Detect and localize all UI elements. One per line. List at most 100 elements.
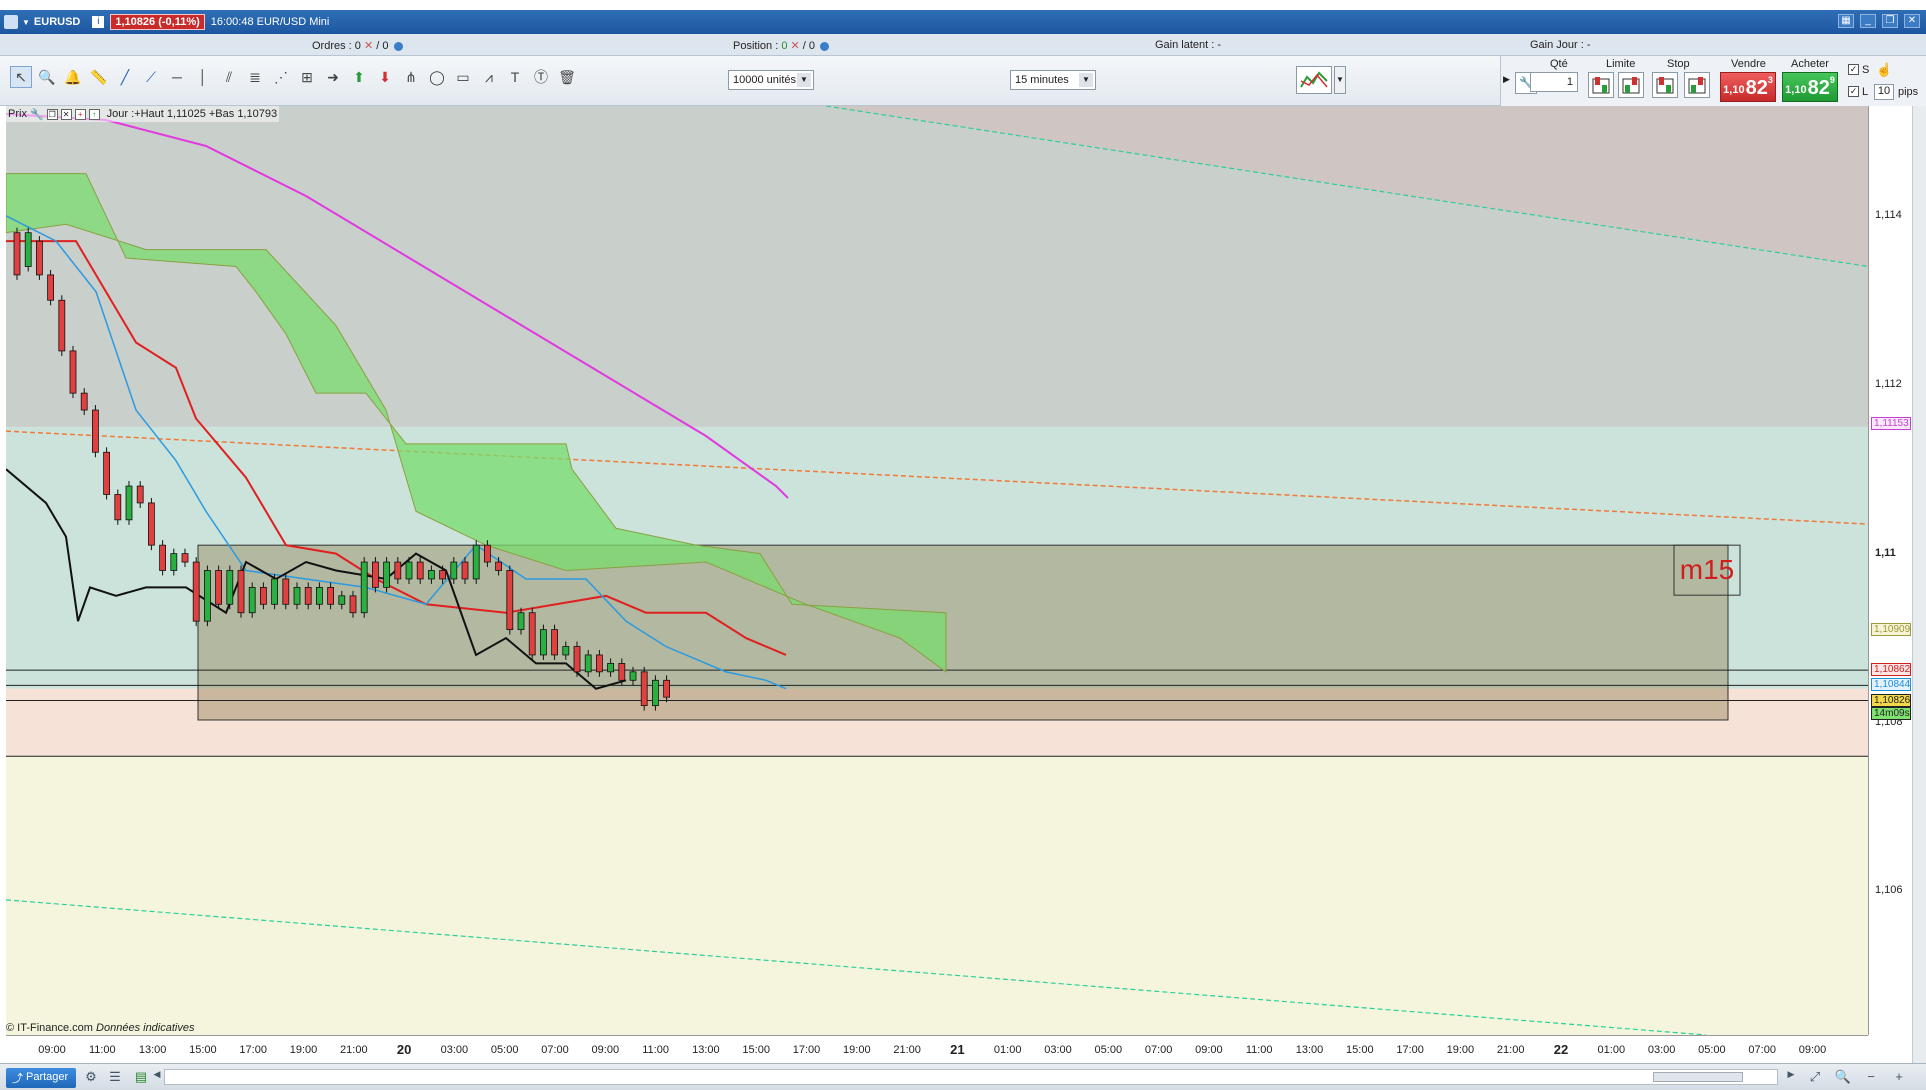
layout-icon[interactable]: ▦ (1838, 14, 1854, 28)
ellipse-icon[interactable]: ◯ (426, 66, 448, 88)
candle-body (663, 679, 670, 698)
arrow-down-icon[interactable]: ⬇ (374, 66, 396, 88)
position-link-icon[interactable] (820, 41, 830, 51)
candle-body (136, 485, 144, 504)
arrow-up-icon[interactable]: ⬆ (348, 66, 370, 88)
orders-clear-icon[interactable]: ✕ (364, 40, 373, 52)
list-icon[interactable]: ☰ (106, 1069, 124, 1087)
vertical-scrollbar[interactable] (1912, 106, 1926, 1063)
label-icon[interactable]: Ⓣ (530, 66, 552, 88)
text-icon[interactable]: T (504, 66, 526, 88)
chart-canvas[interactable]: m15 (6, 106, 1868, 1035)
price-chart[interactable]: m15 (6, 106, 1868, 1035)
candle-body (203, 570, 211, 622)
arrow-right-icon[interactable]: ➜ (322, 66, 344, 88)
candle-body (58, 299, 66, 352)
units-select[interactable]: 10000 unités ▼ (728, 70, 814, 90)
s-checkbox[interactable]: ✓ (1848, 64, 1859, 75)
x-tick-label: 11:00 (1245, 1044, 1273, 1056)
rectangle-icon[interactable]: ▭ (452, 66, 474, 88)
x-tick-label: 21:00 (893, 1044, 921, 1056)
pips-input[interactable]: 10 (1874, 84, 1894, 100)
panel-up-icon[interactable]: ↑ (88, 108, 100, 120)
fit-chart-icon[interactable]: ⤢ (1806, 1069, 1824, 1087)
candle-body (304, 586, 312, 605)
orders-link-icon[interactable] (393, 41, 403, 51)
time-axis[interactable]: 09:00 11:00 13:00 15:00 17:00 19:00 21:00 20 03:… (6, 1035, 1868, 1063)
pitchfork-icon[interactable]: ⋔ (400, 66, 422, 88)
trash-icon[interactable]: 🗑 (556, 66, 578, 88)
candle-body (24, 232, 32, 267)
chevron-down-icon: ▼ (797, 73, 811, 87)
candle-body (192, 561, 200, 622)
symbol-label[interactable]: EURUSD (34, 16, 80, 28)
restore-icon[interactable]: ❐ (1882, 14, 1898, 28)
minimize-icon[interactable]: _ (1860, 14, 1876, 28)
buy-button[interactable]: 1,10 82 9 (1782, 72, 1838, 102)
channel-icon[interactable]: ⫽ (218, 66, 240, 88)
candle-body (618, 663, 626, 681)
price-tag: 1,10862 (1871, 663, 1911, 677)
position-clear-icon[interactable]: ✕ (791, 40, 800, 52)
position-label: Position : 0 ✕ / 0 (733, 39, 830, 52)
limit-sell-button[interactable] (1618, 72, 1644, 98)
fibonacci-icon[interactable]: ≣ (244, 66, 266, 88)
vertical-line-icon[interactable]: │ (192, 66, 214, 88)
panel-copy-icon[interactable]: ❐ (46, 108, 58, 120)
candle-body (495, 561, 503, 571)
cursor-hand-icon[interactable]: ☝ (1876, 62, 1892, 78)
close-icon[interactable]: ✕ (1904, 14, 1920, 28)
account-infobar: Ordres : 0 ✕ / 0 Position : 0 ✕ / 0 Gain… (0, 34, 1926, 56)
share-button[interactable]: Partager (6, 1068, 77, 1088)
panel-add-icon[interactable]: + (74, 108, 86, 120)
x-tick-label: 19:00 (843, 1044, 871, 1056)
x-tick-label: 13:00 (1295, 1044, 1324, 1056)
polyline-icon[interactable]: ⩘ (478, 66, 500, 88)
alert-icon[interactable]: 🔔 (62, 66, 84, 88)
panel-close-icon[interactable]: ✕ (60, 108, 72, 120)
zoom-out-icon[interactable]: − (1862, 1069, 1880, 1087)
info-icon[interactable]: i (92, 16, 105, 28)
qty-input[interactable]: 1 (1530, 72, 1578, 92)
x-tick-label: 11:00 (642, 1044, 669, 1056)
x-tick-label: 17:00 (239, 1044, 267, 1056)
candle-body (170, 553, 178, 571)
indicators-dropdown-icon[interactable]: ▼ (1334, 66, 1346, 94)
ruler-icon[interactable]: 📏 (88, 66, 110, 88)
x-tick-label: 03:00 (440, 1044, 469, 1056)
gain-jour: Gain Jour : - (1530, 39, 1591, 51)
limit-buy-button[interactable] (1588, 72, 1614, 98)
price-tag: 1,11153 (1871, 417, 1911, 431)
x-tick-label: 13:00 (138, 1044, 167, 1056)
zoom-auto-icon[interactable]: 🔍 (1834, 1069, 1852, 1087)
window-titlebar: ▼ EURUSD i 1,10826 (-0,11%) 16:00:48 EUR… (0, 10, 1926, 34)
panel-collapse-icon[interactable]: ▶ (1503, 74, 1510, 85)
candle-body (282, 578, 290, 605)
indicators-button[interactable] (1296, 66, 1332, 94)
timeframe-select[interactable]: 15 minutes ▼ (1010, 70, 1096, 90)
s-label: S (1862, 64, 1870, 76)
scroll-thumb[interactable] (1653, 1072, 1743, 1082)
ray-icon[interactable]: ⟋ (140, 66, 162, 88)
stop-buy-button[interactable] (1652, 72, 1678, 98)
zoom-in-icon[interactable]: + (1890, 1069, 1908, 1087)
cursor-icon[interactable]: ↖ (10, 66, 32, 88)
panel-settings-icon[interactable]: 🔧 (30, 108, 44, 121)
l-checkbox[interactable]: ✓ (1848, 86, 1859, 97)
horizontal-scrollbar[interactable] (164, 1069, 1778, 1085)
candle-body (439, 570, 447, 580)
line-icon[interactable]: ╱ (114, 66, 136, 88)
symbol-dropdown-icon[interactable]: ▼ (22, 18, 30, 27)
settings-grid-icon[interactable]: ⚙ (82, 1069, 100, 1087)
stop-sell-button[interactable] (1684, 72, 1710, 98)
fan-icon[interactable]: ⋰ (270, 66, 292, 88)
scroll-right-icon[interactable]: ▶ (1782, 1069, 1800, 1087)
price-tag: 1,10844 (1871, 678, 1911, 692)
gann-icon[interactable]: ⊞ (296, 66, 318, 88)
price-axis[interactable]: 1,114 1,112 1,11 1,108 1,106 1,11153 1,10909 1,… (1868, 106, 1912, 1035)
candle-body (349, 595, 357, 614)
zoom-icon[interactable]: 🔍 (36, 66, 58, 88)
sell-button[interactable]: 1,10 82 3 (1720, 72, 1776, 102)
x-tick-label: 09:00 (38, 1044, 66, 1056)
horizontal-line-icon[interactable]: ─ (166, 66, 188, 88)
